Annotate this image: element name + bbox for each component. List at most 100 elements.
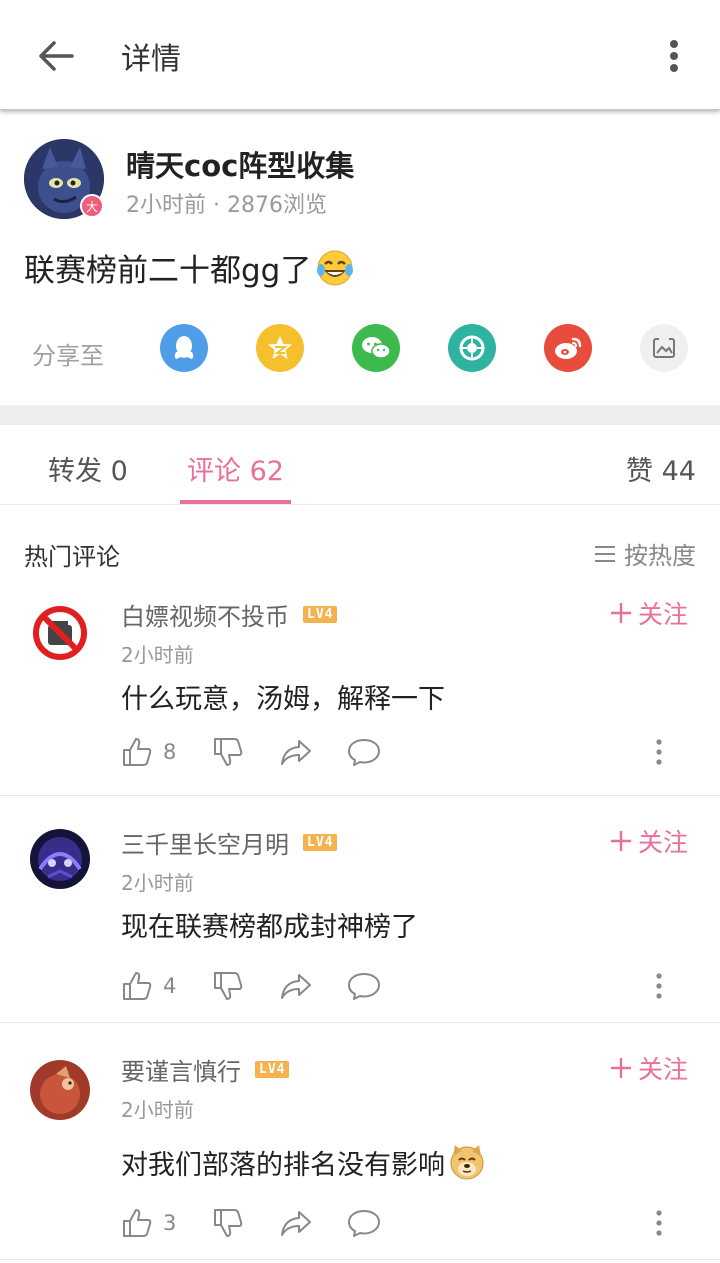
qzone-icon [268,336,292,359]
comment-item: 三千里长空月明 LV4 关注 2小时前 现在联赛榜都成封神榜了 4 [0,797,720,1023]
avatar-image [30,829,90,889]
level-badge: LV4 [303,606,338,623]
share-wechat-button[interactable] [352,324,400,372]
section-divider [0,405,720,425]
more-vertical-icon [670,40,678,72]
share-arrow-icon [281,1211,311,1236]
moments-icon [459,335,485,361]
comment-actions: 4 [121,969,701,1003]
comment-time: 2小时前 [121,871,194,895]
wechat-icon [362,337,391,359]
post-content: 联赛榜前二十都gg了 [24,245,355,290]
tab-bar: 转发 0 评论 62 赞 44 [0,425,720,505]
commenter-avatar[interactable] [30,1060,90,1120]
tab-comments[interactable]: 评论 62 [187,449,284,488]
comment-text-body: 对我们部落的排名没有影响 [121,1149,445,1181]
follow-label: 关注 [637,600,688,629]
commenter-name[interactable]: 要谨言慎行 LV4 [121,1052,290,1087]
author-level-badge: 大 [80,194,104,218]
share-label: 分享至 [32,342,104,370]
share-moments-button[interactable] [448,324,496,372]
reply-button[interactable] [347,969,381,1003]
share-button[interactable] [279,1206,313,1240]
like-count: 4 [163,974,177,998]
laughing-tears-emoji-icon [317,250,354,285]
commenter-name-text: 要谨言慎行 [121,1058,241,1086]
share-qzone-button[interactable] [256,324,304,372]
dislike-button[interactable] [212,969,244,1003]
share-button[interactable] [279,735,313,769]
commenter-avatar[interactable] [30,603,90,663]
commenter-name[interactable]: 白嫖视频不投币 LV4 [121,597,338,632]
thumbs-down-icon [214,972,243,1000]
like-count: 3 [163,1211,177,1235]
section-title: 热门评论 [24,543,120,571]
hot-comments-header: 热门评论 按热度 [0,505,720,585]
back-button[interactable] [28,30,84,82]
follow-label: 关注 [637,1055,688,1084]
level-badge: LV4 [255,1061,290,1078]
comment-time: 2小时前 [121,1098,194,1122]
author-name[interactable]: 晴天coc阵型收集 [126,143,354,185]
commenter-name[interactable]: 三千里长空月明 LV4 [121,825,338,860]
share-weibo-button[interactable] [544,324,592,372]
comment-more-button[interactable] [649,735,669,769]
commenter-avatar[interactable] [30,829,90,889]
post-text: 联赛榜前二十都gg了 [24,253,312,289]
commenter-name-text: 白嫖视频不投币 [121,603,289,631]
follow-button[interactable]: 关注 [610,823,688,859]
post-card: 大 晴天coc阵型收集 2小时前 · 2876浏览 联赛榜前二十都gg了 分享至 [0,112,720,405]
share-arrow-icon [281,740,311,765]
more-options-button[interactable] [652,30,696,82]
follow-label: 关注 [637,828,688,857]
dislike-button[interactable] [212,1206,244,1240]
thumbs-up-icon [123,972,152,1000]
avatar-image [30,603,90,663]
share-image-button[interactable] [640,324,688,372]
thumbs-up-icon [123,1209,152,1237]
thumbs-down-icon [214,1209,243,1237]
sort-button[interactable]: 按热度 [594,536,696,571]
sort-label: 按热度 [624,542,696,570]
app-bar: 详情 [0,0,720,110]
follow-button[interactable]: 关注 [610,1050,688,1086]
post-meta: 2小时前 · 2876浏览 [126,193,327,218]
dislike-button[interactable] [212,735,244,769]
arrow-left-icon [39,41,74,71]
like-button[interactable]: 8 [121,735,176,769]
comment-bubble-icon [348,739,380,766]
reply-button[interactable] [347,735,381,769]
level-badge: LV4 [303,834,338,851]
comment-text: 现在联赛榜都成封神榜了 [121,912,418,943]
doge-emoji-icon [450,1145,484,1180]
like-button[interactable]: 4 [121,969,176,1003]
comment-actions: 8 [121,735,701,769]
more-vertical-icon [656,739,662,765]
avatar-image [30,1060,90,1120]
tab-likes[interactable]: 赞 44 [626,449,696,488]
qq-icon [174,336,194,359]
active-tab-indicator [180,500,291,504]
follow-button[interactable]: 关注 [610,595,688,631]
share-button[interactable] [279,969,313,1003]
comment-text: 对我们部落的排名没有影响 [121,1142,487,1182]
plus-icon [610,831,631,851]
plus-icon [610,603,631,623]
comment-more-button[interactable] [649,1206,669,1240]
menu-lines-icon [595,545,615,562]
page-title: 详情 [121,42,181,77]
like-count: 8 [163,740,177,764]
image-icon [653,336,675,358]
more-vertical-icon [656,973,662,999]
share-row: 分享至 [0,324,720,376]
like-button[interactable]: 3 [121,1206,176,1240]
comment-item: 要谨言慎行 LV4 关注 2小时前 对我们部落的排名没有影响 3 [0,1024,720,1260]
tab-repost[interactable]: 转发 0 [48,449,128,488]
comment-bubble-icon [348,1210,380,1237]
thumbs-up-icon [123,738,152,766]
reply-button[interactable] [347,1206,381,1240]
comment-time: 2小时前 [121,643,194,667]
share-qq-button[interactable] [160,324,208,372]
commenter-name-text: 三千里长空月明 [121,831,289,859]
comment-more-button[interactable] [649,969,669,1003]
